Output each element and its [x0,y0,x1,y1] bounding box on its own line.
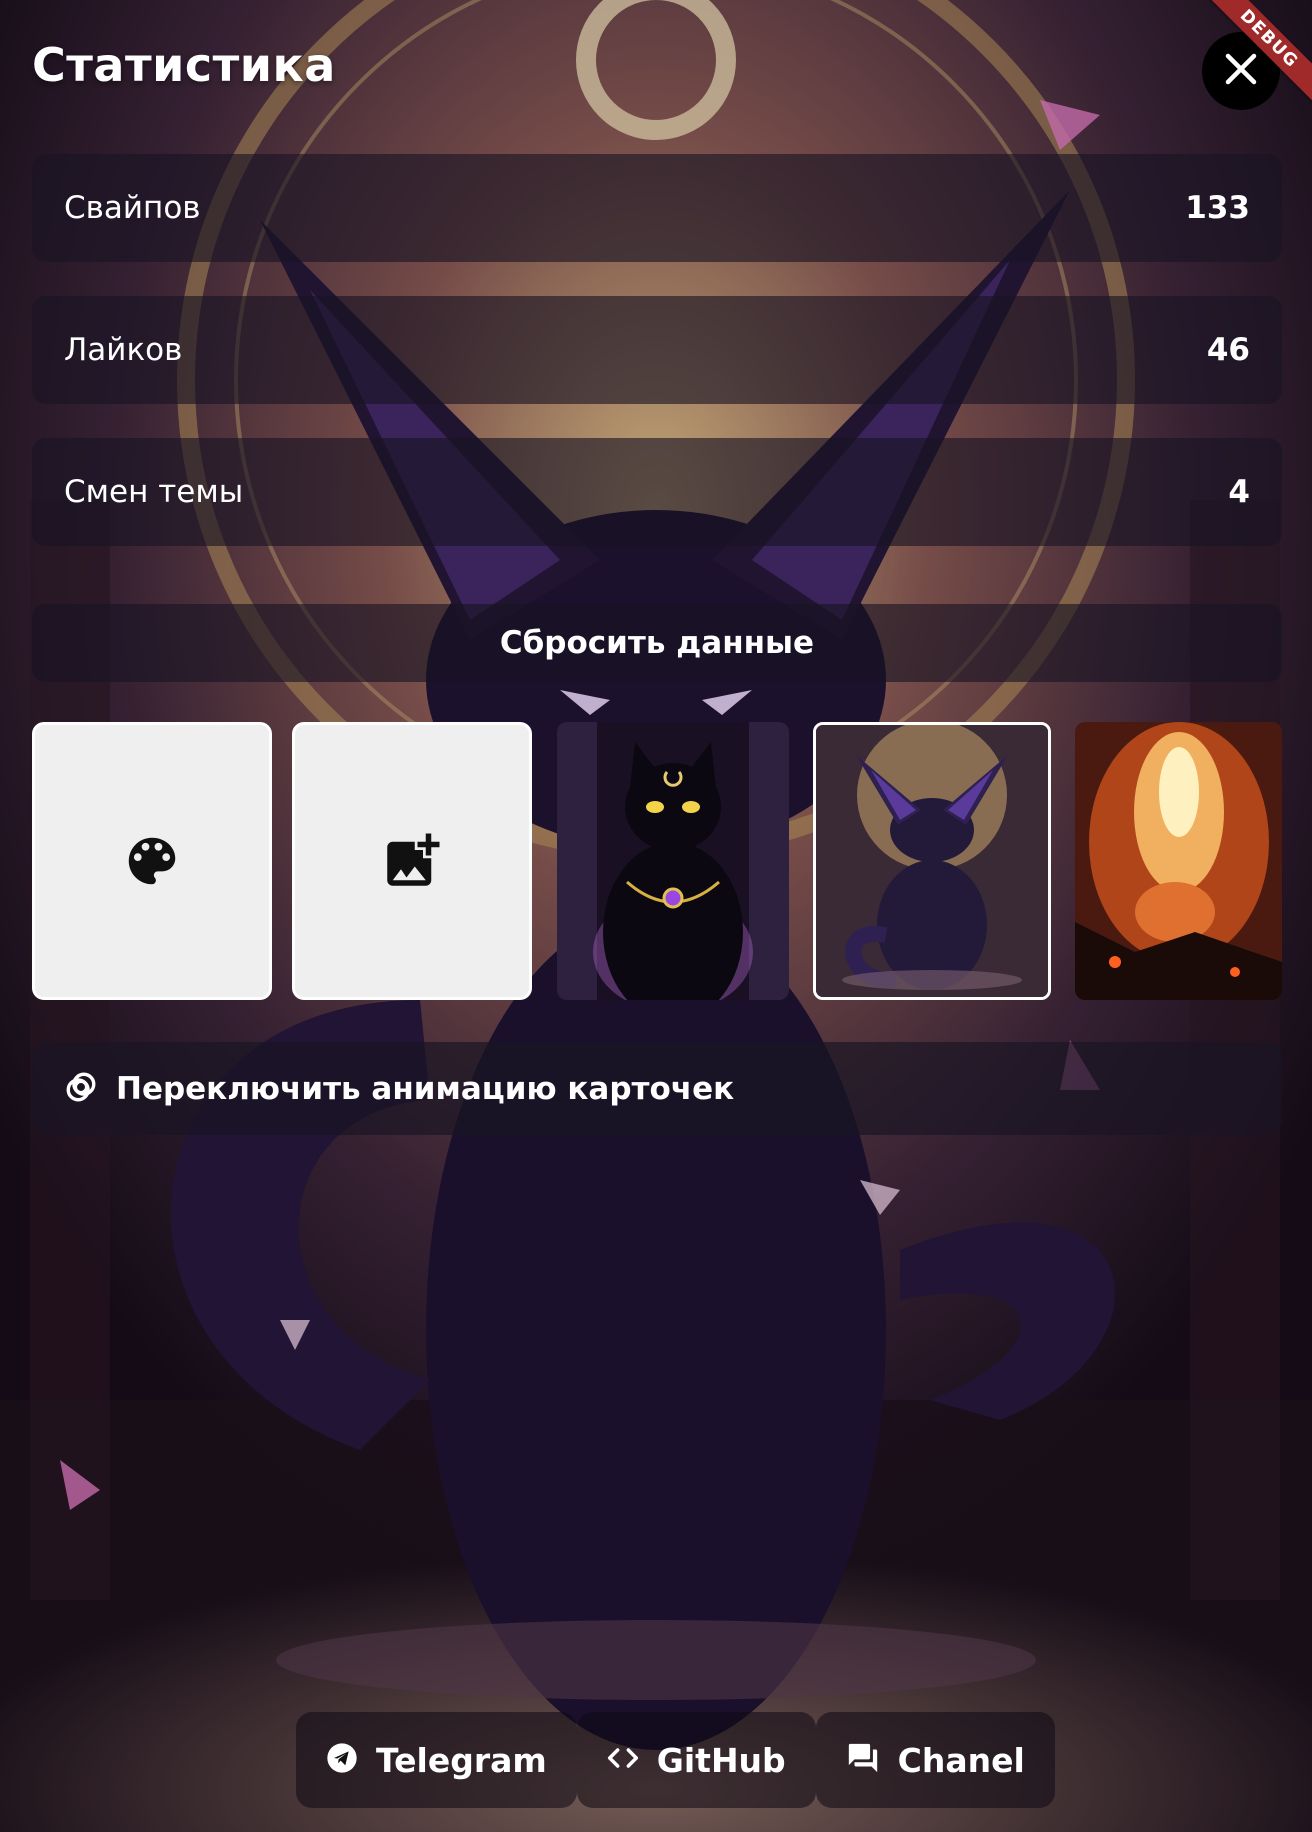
animation-icon [64,1070,98,1108]
stat-value: 46 [1206,332,1250,368]
add-photo-icon [379,828,445,894]
close-icon [1224,52,1258,90]
chanel-label: Chanel [897,1740,1025,1780]
telegram-icon [326,1742,358,1778]
footer-links: Telegram GitHub Chanel [296,1712,1055,1808]
palette-icon [121,830,183,892]
stat-value: 4 [1228,474,1250,510]
theme-black-cat[interactable] [557,722,789,1000]
github-link[interactable]: GitHub [576,1712,816,1808]
chat-icon [846,1741,880,1779]
stat-label: Лайков [64,332,183,368]
theme-purple-fox[interactable] [813,722,1051,1000]
telegram-link[interactable]: Telegram [296,1712,577,1808]
chanel-link[interactable]: Chanel [815,1712,1055,1808]
stat-label: Свайпов [64,190,201,226]
stat-value: 133 [1185,190,1250,226]
stat-row-swipes: Свайпов 133 [32,154,1282,262]
toggle-card-animation-label: Переключить анимацию карточек [116,1070,735,1107]
stat-label: Смен темы [64,474,244,510]
toggle-card-animation-button[interactable]: Переключить анимацию карточек [32,1042,1282,1135]
stat-row-likes: Лайков 46 [32,296,1282,404]
code-icon [607,1742,639,1778]
telegram-label: Telegram [376,1740,547,1780]
add-theme-image-button[interactable] [292,722,532,1000]
theme-fire-fox[interactable] [1075,722,1282,1000]
page-title: Статистика [32,38,336,92]
reset-data-button[interactable]: Сбросить данные [32,604,1282,682]
github-label: GitHub [656,1740,786,1780]
theme-palette-button[interactable] [32,722,272,1000]
stat-row-theme-changes: Смен темы 4 [32,438,1282,546]
